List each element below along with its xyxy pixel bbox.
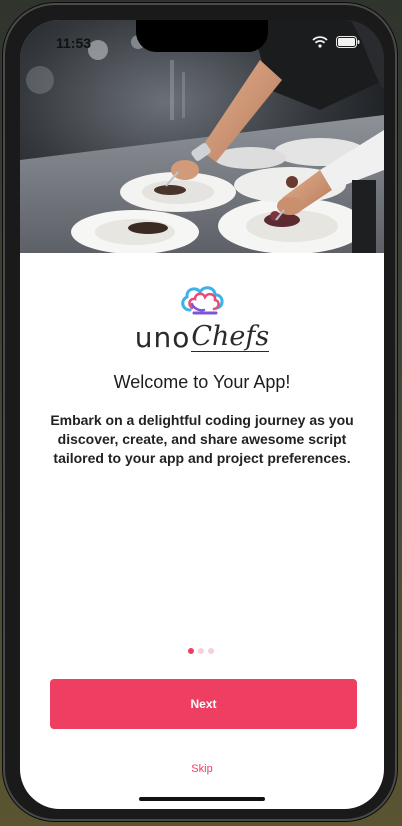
status-icons: [312, 36, 360, 48]
page-dot-3[interactable]: [208, 648, 214, 654]
brand-wordmark: uno Chefs: [132, 316, 272, 352]
next-button[interactable]: Next: [50, 679, 357, 729]
home-indicator[interactable]: [139, 797, 265, 801]
brand-chefs: Chefs: [191, 321, 270, 352]
phone-frame: 11:53 uno Chefs Welcome to Your App! Emb…: [3, 3, 397, 821]
app-screen: 11:53 uno Chefs Welcome to Your App! Emb…: [20, 20, 384, 809]
page-description: Embark on a delightful coding journey as…: [50, 412, 354, 466]
device-background: 11:53 uno Chefs Welcome to Your App! Emb…: [0, 0, 402, 826]
status-time: 11:53: [56, 35, 92, 51]
page-title: Welcome to Your App!: [113, 372, 291, 392]
page-dot-2[interactable]: [198, 648, 204, 654]
brand-uno: uno: [134, 321, 191, 354]
skip-link[interactable]: Skip: [20, 763, 384, 775]
battery-icon: [336, 36, 360, 48]
page-dot-1[interactable]: [188, 648, 194, 654]
page-indicator: [188, 648, 214, 654]
hero-image: [20, 20, 384, 253]
wifi-icon: [312, 36, 328, 48]
camera-notch: [136, 20, 268, 52]
chef-hat-icon: [181, 286, 224, 315]
chef-plating-photo: [20, 20, 384, 253]
app-logo: uno Chefs: [132, 280, 272, 352]
